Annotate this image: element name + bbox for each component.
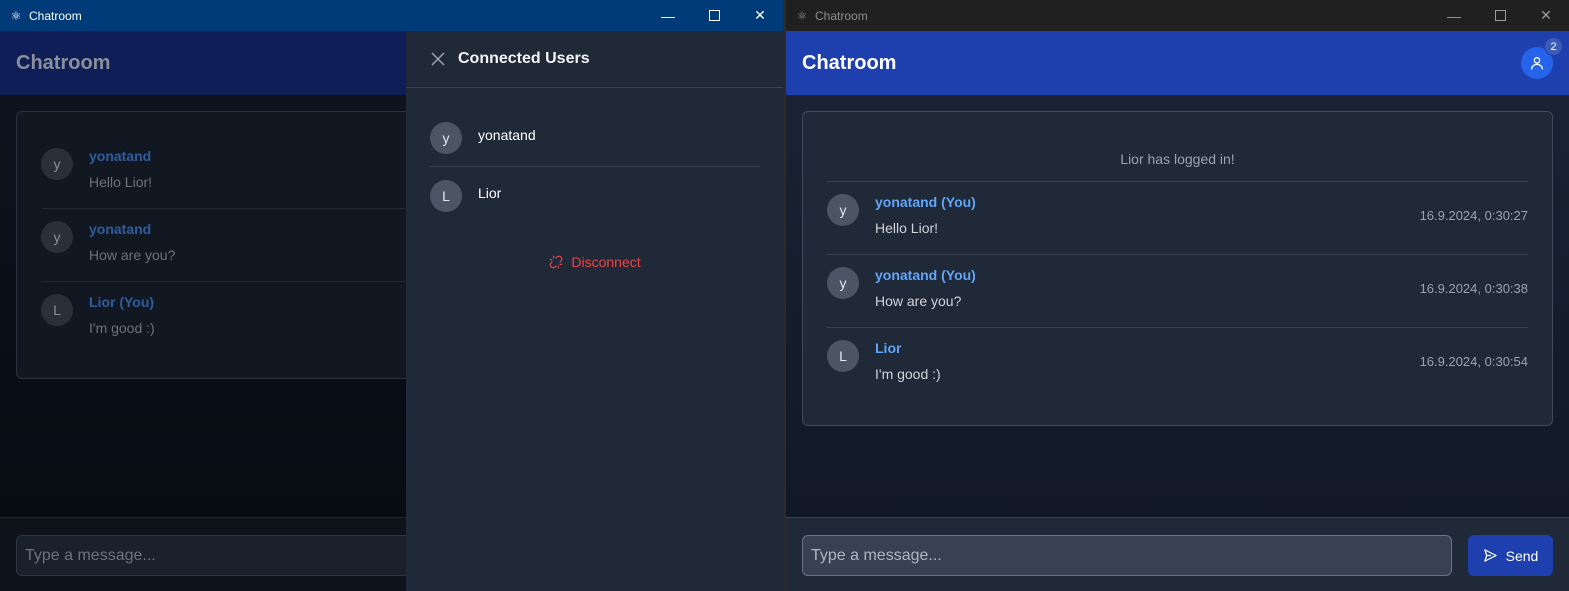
avatar: y (41, 221, 73, 253)
composer: Send (786, 517, 1569, 591)
users-count-badge: 2 (1544, 37, 1563, 56)
message-text: I'm good :) (89, 320, 155, 336)
maximize-button[interactable] (691, 0, 737, 31)
avatar: L (430, 179, 462, 212)
user-icon (1531, 57, 1543, 70)
send-button[interactable]: Send (1468, 535, 1553, 576)
electron-icon: ⚛ (796, 8, 808, 23)
avatar: y (430, 122, 462, 154)
message-author: Lior (You) (89, 294, 155, 310)
app-header: Chatroom 2 (786, 31, 1569, 95)
send-label: Send (1505, 547, 1539, 564)
message-text: Hello Lior! (89, 174, 153, 190)
window-title: Chatroom (815, 8, 868, 23)
right-window: ⚛ Chatroom — ✕ Chatroom 2 Lior has logge… (786, 0, 1569, 591)
message-timestamp: 16.9.2024, 0:30:27 (1419, 208, 1528, 223)
avatar: y (41, 148, 73, 180)
user-item: L Lior (430, 167, 760, 224)
avatar: y (827, 267, 859, 299)
message-text: How are you? (89, 247, 176, 263)
left-window: ⚛ Chatroom — ✕ Chatroom y yonatand Hello… (0, 0, 784, 591)
close-icon[interactable] (430, 51, 446, 67)
message-input[interactable] (802, 535, 1452, 576)
maximize-icon (708, 10, 720, 21)
minimize-button[interactable]: — (645, 0, 691, 31)
disconnect-button[interactable]: Disconnect (406, 254, 783, 270)
system-message: Lior has logged in! (827, 112, 1528, 182)
user-list: y yonatand L Lior (430, 110, 760, 224)
message-text: How are you? (875, 293, 962, 309)
message-item: y yonatand (You) Hello Lior! 16.9.2024, … (827, 182, 1528, 255)
drawer-header: Connected Users (406, 31, 783, 88)
avatar: L (827, 340, 859, 372)
avatar: y (827, 194, 859, 226)
maximize-icon (1494, 10, 1506, 21)
message-timestamp: 16.9.2024, 0:30:54 (1419, 354, 1528, 369)
send-icon (1483, 549, 1497, 562)
electron-icon: ⚛ (10, 8, 22, 23)
titlebar: ⚛ Chatroom — ✕ (0, 0, 783, 31)
close-button[interactable]: ✕ (1523, 0, 1569, 31)
message-author: yonatand (89, 148, 152, 164)
chat-content: Lior has logged in! y yonatand (You) Hel… (786, 95, 1569, 517)
drawer-title: Connected Users (458, 50, 590, 67)
message-text: Hello Lior! (875, 220, 939, 236)
message-item: L Lior I'm good :) 16.9.2024, 0:30:54 (827, 328, 1528, 401)
message-timestamp: 16.9.2024, 0:30:38 (1419, 281, 1528, 296)
close-button[interactable]: ✕ (737, 0, 783, 31)
titlebar: ⚛ Chatroom — ✕ (786, 0, 1569, 31)
app-title: Chatroom (16, 51, 111, 74)
message-text: I'm good :) (875, 366, 941, 382)
connected-users-drawer: Connected Users y yonatand L Lior Discon… (406, 31, 783, 591)
disconnect-label: Disconnect (571, 254, 641, 270)
message-list: Lior has logged in! y yonatand (You) Hel… (802, 111, 1553, 426)
message-author: Lior (875, 340, 902, 356)
message-author: yonatand (You) (875, 194, 976, 210)
app-title: Chatroom (802, 51, 897, 74)
message-author: yonatand (You) (875, 267, 976, 283)
window-title: Chatroom (29, 8, 82, 23)
avatar: L (41, 294, 73, 326)
users-button[interactable]: 2 (1521, 37, 1563, 79)
minimize-button[interactable]: — (1431, 0, 1477, 31)
unlink-icon (549, 255, 563, 269)
message-author: yonatand (89, 221, 152, 237)
user-item: y yonatand (430, 110, 760, 167)
message-item: y yonatand (You) How are you? 16.9.2024,… (827, 255, 1528, 328)
user-name: yonatand (478, 127, 536, 143)
maximize-button[interactable] (1477, 0, 1523, 31)
user-name: Lior (478, 184, 502, 201)
